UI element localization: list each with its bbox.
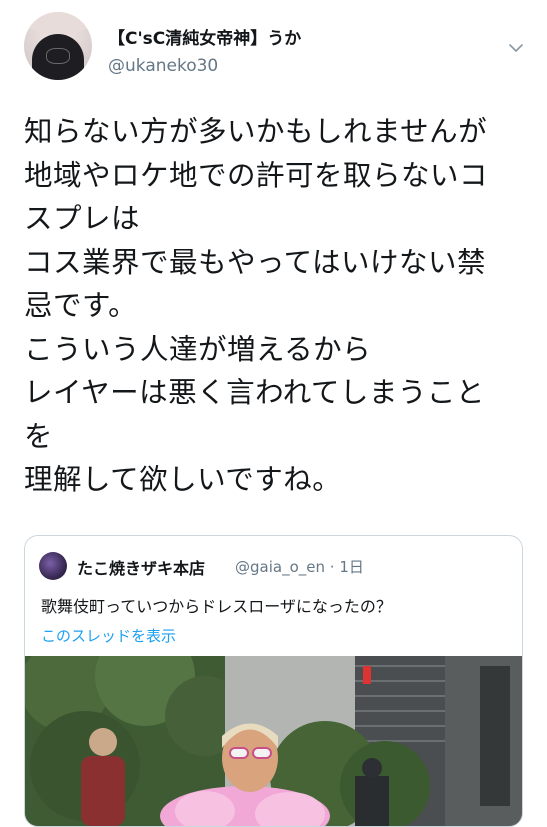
quoted-avatar[interactable] [39, 552, 67, 580]
quoted-handle[interactable]: @gaia_o_en [235, 558, 325, 576]
quoted-display-name[interactable]: たこ焼きザキ本店 [77, 555, 205, 579]
tweet-line: 理解して欲しいですね。 [24, 463, 342, 496]
chevron-down-icon[interactable] [508, 40, 524, 56]
show-thread-link[interactable]: このスレッドを表示 [41, 625, 176, 646]
display-name[interactable]: 【C'sC清純女帝神】うか [108, 24, 301, 49]
quoted-separator: · [329, 558, 335, 576]
quoted-tweet[interactable]: たこ焼きザキ本店 @gaia_o_en · 1日 歌舞伎町っていつからドレスロー… [24, 535, 523, 827]
avatar-print [46, 48, 70, 64]
quoted-text: 歌舞伎町っていつからドレスローザになったの？ [41, 597, 392, 616]
quoted-meta: @gaia_o_en · 1日 [235, 556, 364, 577]
tweet-line: スプレは [24, 202, 141, 235]
tweet-line: 知らない方が多いかもしれませんが [24, 115, 488, 148]
street-photo[interactable] [25, 656, 522, 826]
tweet-line: 地域やロケ地での許可を取らないコ [24, 158, 489, 192]
tweet-text: 知らない方が多いかもしれませんが 地域やロケ地での許可を取らないコ スプレはコス業界… [24, 110, 524, 502]
avatar-hair [26, 12, 90, 36]
tweet-line: レイヤーは悪く言われてしまうこと [24, 376, 485, 409]
tweet-line: 忌です。 [24, 289, 138, 322]
tweet-line: を [24, 419, 54, 453]
tweet-header: 【C'sC清純女帝神】うか @ukaneko30 [24, 12, 524, 84]
street-photo-graphic [25, 656, 522, 826]
tweet-line: こういう人達が増えるから [24, 332, 372, 366]
user-handle[interactable]: @ukaneko30 [108, 56, 218, 76]
user-avatar[interactable] [24, 12, 92, 80]
tweet-line: コス業界で最もやってはいけない禁 [24, 245, 487, 279]
quoted-time[interactable]: 1日 [339, 558, 364, 576]
